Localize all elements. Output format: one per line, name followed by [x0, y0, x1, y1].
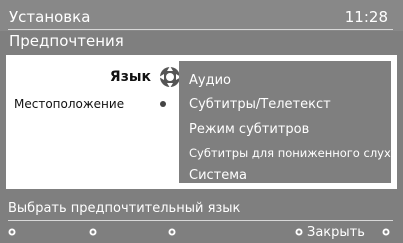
menu-panel: Язык Местоположение Аудио Субтитры/Телет…	[6, 55, 398, 189]
help-hint: Выбрать предпочтительный язык	[8, 201, 241, 216]
blue-button-icon[interactable]	[295, 228, 303, 236]
left-menu: Язык Местоположение	[12, 61, 181, 183]
red-button-icon[interactable]	[8, 228, 16, 236]
yellow-button-icon[interactable]	[168, 228, 176, 236]
submenu-item-subtitle-mode[interactable]: Режим субтитров	[189, 122, 309, 137]
green-button-icon[interactable]	[89, 228, 97, 236]
submenu-item-subtitles-teletext[interactable]: Субтитры/Телетекст	[189, 97, 331, 112]
submenu-item-hearing-impaired[interactable]: Субтитры для пониженного слуха	[189, 146, 398, 161]
clock-time: 11:28	[344, 8, 388, 26]
bullet-icon	[160, 101, 166, 107]
submenu-list: Аудио Субтитры/Телетекст Режим субтитров…	[179, 61, 398, 183]
submenu-item-system[interactable]: Система	[189, 169, 247, 182]
close-button[interactable]: Закрыть	[307, 225, 365, 240]
header-bar: Установка 11:28	[0, 0, 403, 31]
section-subtitle: Предпочтения	[9, 32, 124, 50]
language-menu-item[interactable]: Язык	[110, 69, 151, 85]
submenu-item-audio[interactable]: Аудио	[189, 73, 231, 88]
location-menu-item[interactable]: Местоположение	[14, 97, 124, 111]
header-divider	[8, 29, 393, 30]
footer-divider	[8, 220, 393, 221]
window-title: Установка	[9, 8, 91, 26]
close-button-icon[interactable]	[382, 228, 390, 236]
